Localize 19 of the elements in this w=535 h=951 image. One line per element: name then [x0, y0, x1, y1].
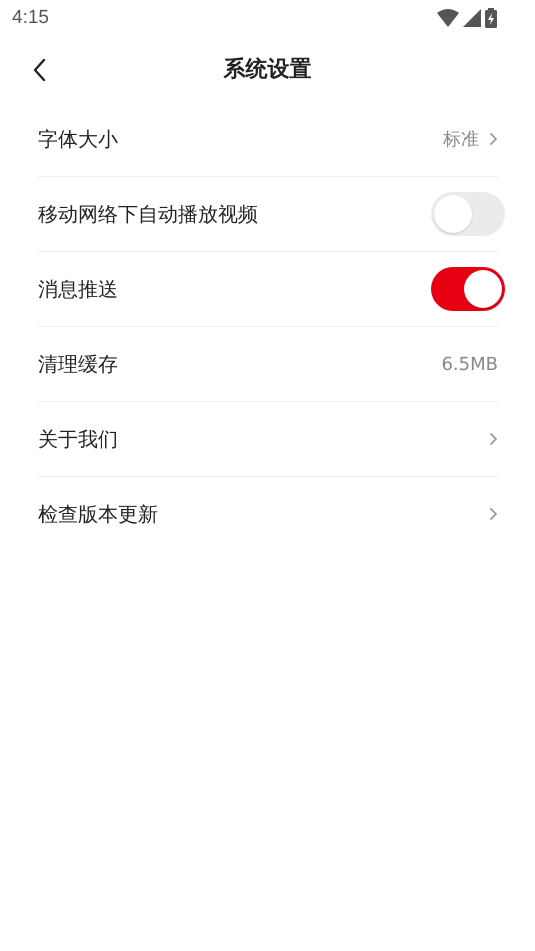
setting-label: 清理缓存 — [38, 350, 118, 378]
chevron-right-icon[interactable] — [489, 432, 498, 446]
setting-label: 检查版本更新 — [38, 500, 158, 528]
status-time: 4:15 — [12, 7, 49, 29]
wifi-icon — [437, 9, 459, 27]
page-title: 系统设置 — [224, 56, 312, 84]
chevron-right-icon[interactable] — [489, 507, 498, 521]
setting-value: 标准 — [443, 128, 479, 151]
back-icon[interactable] — [32, 58, 48, 82]
setting-label: 消息推送 — [38, 276, 118, 302]
setting-value: 6.5MB — [441, 354, 498, 374]
battery-icon — [485, 8, 497, 28]
signal-icon — [463, 9, 481, 27]
setting-label: 关于我们 — [38, 426, 118, 452]
setting-label: 字体大小 — [38, 126, 118, 152]
setting-label: 移动网络下自动播放视频 — [38, 200, 258, 228]
chevron-right-icon[interactable] — [489, 132, 498, 146]
toggle-switch[interactable] — [431, 192, 505, 236]
toggle-switch[interactable] — [431, 267, 505, 311]
